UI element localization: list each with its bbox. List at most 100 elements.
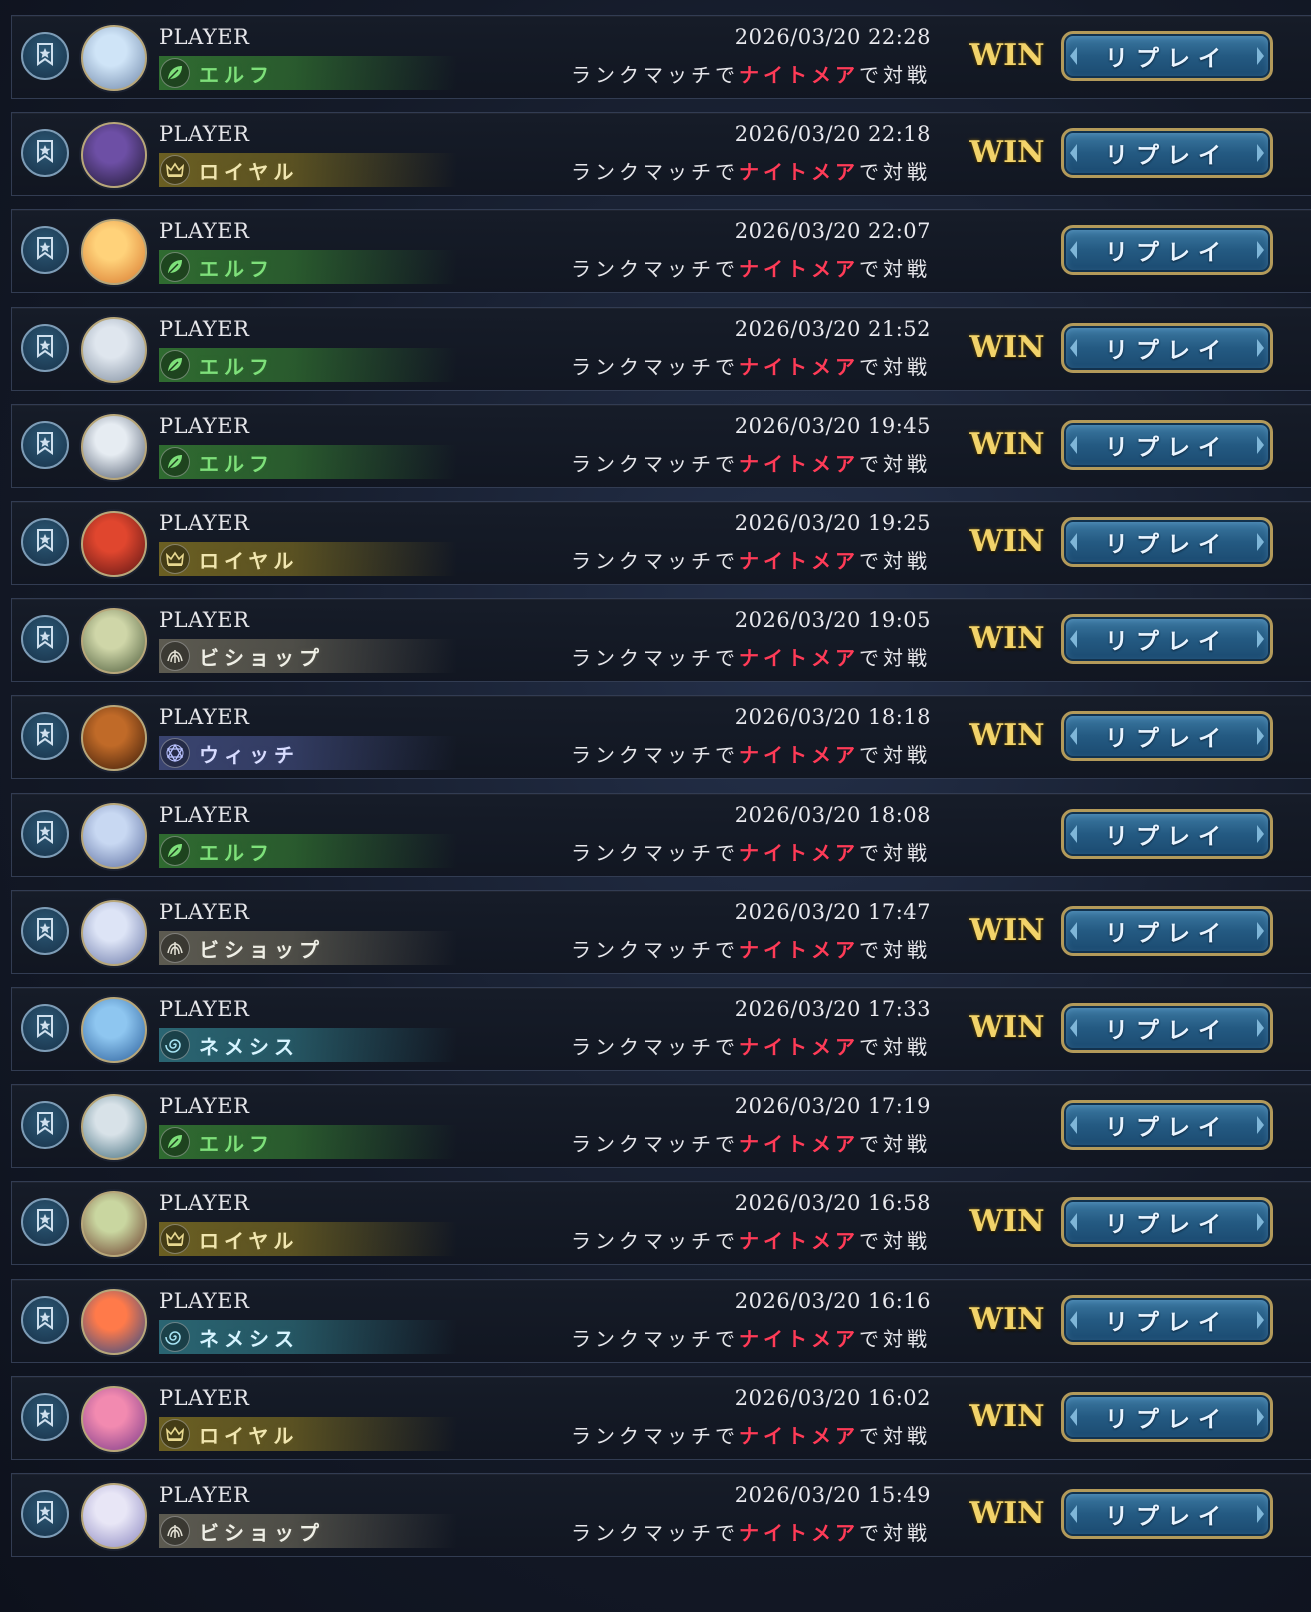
opponent-avatar bbox=[81, 1191, 147, 1257]
match-result: WIN bbox=[969, 1399, 1045, 1434]
match-description: ランクマッチでナイトメアで対戦 bbox=[571, 156, 931, 185]
rank-highlight: ナイトメア bbox=[739, 938, 859, 962]
opponent-avatar bbox=[81, 219, 147, 285]
class-label: ウィッチ bbox=[199, 742, 299, 767]
rank-highlight: ナイトメア bbox=[739, 743, 859, 767]
favorite-bookmark-button[interactable] bbox=[21, 129, 69, 177]
bookmark-star-icon bbox=[32, 1305, 58, 1335]
bookmark-star-icon bbox=[32, 721, 58, 751]
match-datetime: 2026/03/20 16:16 bbox=[734, 1289, 931, 1313]
class-bar: ロイヤル bbox=[159, 153, 457, 187]
favorite-bookmark-button[interactable] bbox=[21, 810, 69, 858]
replay-button[interactable]: リプレイ bbox=[1061, 420, 1273, 470]
opponent-avatar bbox=[81, 705, 147, 771]
match-row: PLAYER エルフ 2026/03/20 21:52 ランクマッチでナイトメア… bbox=[11, 307, 1311, 391]
match-result: WIN bbox=[969, 330, 1045, 365]
leaf-icon bbox=[160, 836, 190, 866]
leaf-icon bbox=[160, 252, 190, 282]
favorite-bookmark-button[interactable] bbox=[21, 712, 69, 760]
description-suffix: で対戦 bbox=[859, 257, 931, 281]
description-prefix: ランクマッチで bbox=[571, 743, 739, 767]
match-datetime: 2026/03/20 21:52 bbox=[734, 317, 931, 341]
favorite-bookmark-button[interactable] bbox=[21, 1101, 69, 1149]
match-datetime: 2026/03/20 22:07 bbox=[734, 219, 931, 243]
crown-icon bbox=[160, 1224, 190, 1254]
match-row: PLAYER ウィッチ 2026/03/20 18:18 ランクマッチでナイトメ… bbox=[11, 695, 1311, 779]
description-suffix: で対戦 bbox=[859, 452, 931, 476]
replay-button[interactable]: リプレイ bbox=[1061, 1197, 1273, 1247]
match-result: WIN bbox=[969, 621, 1045, 656]
crown-icon bbox=[160, 1419, 190, 1449]
rank-highlight: ナイトメア bbox=[739, 1327, 859, 1351]
favorite-bookmark-button[interactable] bbox=[21, 907, 69, 955]
description-suffix: で対戦 bbox=[859, 841, 931, 865]
replay-button[interactable]: リプレイ bbox=[1061, 31, 1273, 81]
replay-button[interactable]: リプレイ bbox=[1061, 614, 1273, 664]
favorite-bookmark-button[interactable] bbox=[21, 32, 69, 80]
favorite-bookmark-button[interactable] bbox=[21, 421, 69, 469]
description-suffix: で対戦 bbox=[859, 1035, 931, 1059]
class-bar: エルフ bbox=[159, 250, 457, 284]
class-bar: ロイヤル bbox=[159, 1417, 457, 1451]
bookmark-star-icon bbox=[32, 624, 58, 654]
replay-button[interactable]: リプレイ bbox=[1061, 1295, 1273, 1345]
replay-button[interactable]: リプレイ bbox=[1061, 1392, 1273, 1442]
description-suffix: で対戦 bbox=[859, 743, 931, 767]
rank-highlight: ナイトメア bbox=[739, 841, 859, 865]
match-datetime: 2026/03/20 19:25 bbox=[734, 511, 931, 535]
favorite-bookmark-button[interactable] bbox=[21, 226, 69, 274]
favorite-bookmark-button[interactable] bbox=[21, 1004, 69, 1052]
replay-button[interactable]: リプレイ bbox=[1061, 906, 1273, 956]
bookmark-star-icon bbox=[32, 1207, 58, 1237]
crown-icon bbox=[160, 155, 190, 185]
description-prefix: ランクマッチで bbox=[571, 1035, 739, 1059]
description-suffix: で対戦 bbox=[859, 549, 931, 573]
match-result: WIN bbox=[969, 1204, 1045, 1239]
spiral-icon bbox=[160, 1030, 190, 1060]
favorite-bookmark-button[interactable] bbox=[21, 1198, 69, 1246]
match-description: ランクマッチでナイトメアで対戦 bbox=[571, 1420, 931, 1449]
match-description: ランクマッチでナイトメアで対戦 bbox=[571, 642, 931, 671]
class-bar: ウィッチ bbox=[159, 736, 457, 770]
replay-button[interactable]: リプレイ bbox=[1061, 711, 1273, 761]
class-label: ネメシス bbox=[199, 1326, 299, 1351]
rank-highlight: ナイトメア bbox=[739, 1035, 859, 1059]
match-description: ランクマッチでナイトメアで対戦 bbox=[571, 448, 931, 477]
description-prefix: ランクマッチで bbox=[571, 938, 739, 962]
bookmark-star-icon bbox=[32, 235, 58, 265]
favorite-bookmark-button[interactable] bbox=[21, 1296, 69, 1344]
match-datetime: 2026/03/20 15:49 bbox=[734, 1483, 931, 1507]
replay-button[interactable]: リプレイ bbox=[1061, 517, 1273, 567]
description-prefix: ランクマッチで bbox=[571, 1521, 739, 1545]
replay-button[interactable]: リプレイ bbox=[1061, 225, 1273, 275]
bookmark-star-icon bbox=[32, 1013, 58, 1043]
favorite-bookmark-button[interactable] bbox=[21, 615, 69, 663]
class-bar: ロイヤル bbox=[159, 1222, 457, 1256]
replay-button[interactable]: リプレイ bbox=[1061, 809, 1273, 859]
bookmark-star-icon bbox=[32, 430, 58, 460]
description-suffix: で対戦 bbox=[859, 1229, 931, 1253]
favorite-bookmark-button[interactable] bbox=[21, 1393, 69, 1441]
bookmark-star-icon bbox=[32, 819, 58, 849]
bookmark-star-icon bbox=[32, 916, 58, 946]
match-description: ランクマッチでナイトメアで対戦 bbox=[571, 1031, 931, 1060]
replay-button[interactable]: リプレイ bbox=[1061, 1003, 1273, 1053]
match-datetime: 2026/03/20 17:19 bbox=[734, 1094, 931, 1118]
match-row: PLAYER エルフ 2026/03/20 22:28 ランクマッチでナイトメア… bbox=[11, 15, 1311, 99]
replay-button[interactable]: リプレイ bbox=[1061, 1489, 1273, 1539]
replay-button[interactable]: リプレイ bbox=[1061, 128, 1273, 178]
match-datetime: 2026/03/20 16:58 bbox=[734, 1191, 931, 1215]
replay-button[interactable]: リプレイ bbox=[1061, 323, 1273, 373]
description-prefix: ランクマッチで bbox=[571, 1229, 739, 1253]
replay-label: リプレイ bbox=[1105, 46, 1229, 72]
player-name: PLAYER bbox=[159, 1289, 250, 1313]
bookmark-star-icon bbox=[32, 527, 58, 557]
favorite-bookmark-button[interactable] bbox=[21, 1490, 69, 1538]
opponent-avatar bbox=[81, 803, 147, 869]
match-result: WIN bbox=[969, 1302, 1045, 1337]
match-row: PLAYER エルフ 2026/03/20 18:08 ランクマッチでナイトメア… bbox=[11, 793, 1311, 877]
match-result: WIN bbox=[969, 1496, 1045, 1531]
replay-button[interactable]: リプレイ bbox=[1061, 1100, 1273, 1150]
favorite-bookmark-button[interactable] bbox=[21, 324, 69, 372]
favorite-bookmark-button[interactable] bbox=[21, 518, 69, 566]
